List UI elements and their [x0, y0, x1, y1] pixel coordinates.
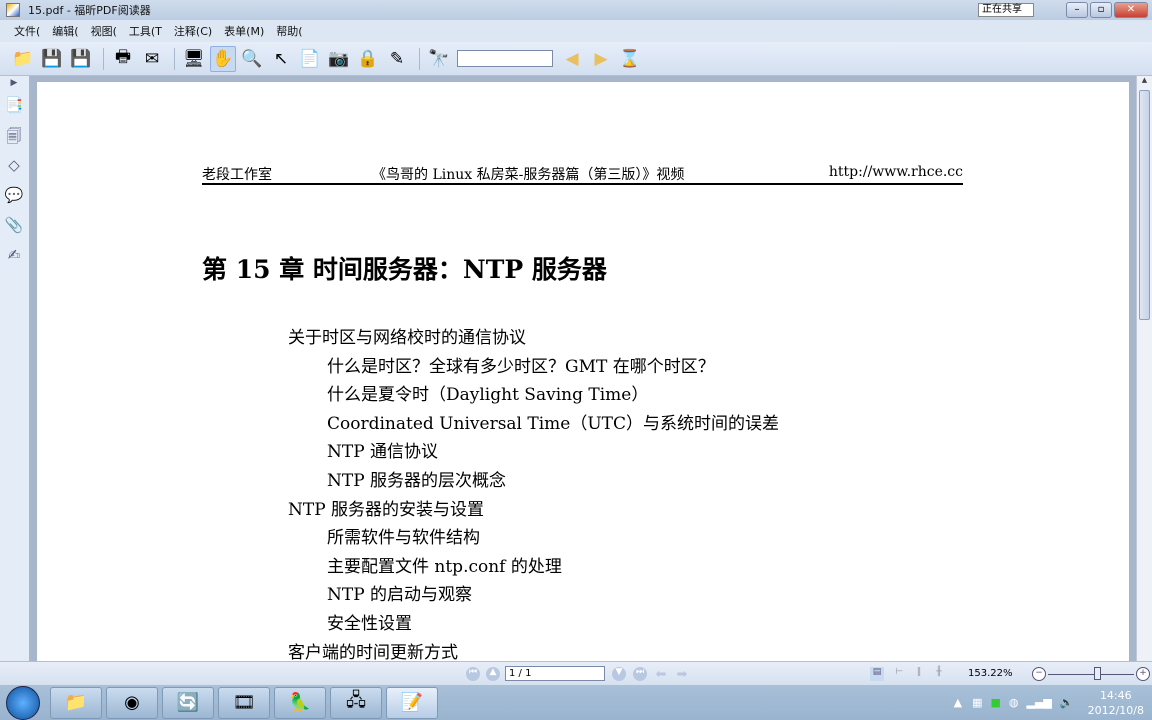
find-next-icon[interactable]: ▶	[588, 46, 614, 72]
taskbar-media-icon[interactable]: 🎞	[218, 686, 270, 719]
tray-green-icon[interactable]: ■	[990, 696, 1000, 709]
pages-icon[interactable]: 🗐	[3, 126, 25, 148]
taskbar-parrot-icon[interactable]: 🦜	[274, 686, 326, 719]
zoom-slider[interactable]	[1048, 674, 1134, 675]
tray-qq-icon[interactable]: ◍	[1009, 696, 1019, 709]
save-as-icon[interactable]: 💾	[68, 46, 94, 72]
toc-section: 关于时区与网络校时的通信协议	[288, 328, 526, 348]
window-title: 15.pdf - 福昕PDF阅读器	[28, 4, 151, 17]
zoom-tool-icon[interactable]: 🔍	[239, 46, 265, 72]
snapshot-icon[interactable]: 📷	[326, 46, 352, 72]
toc-subsection: 主要配置文件 ntp.conf 的处理	[327, 556, 562, 577]
status-bar: ⏮ ▲ 1 / 1 ▼ ⏭ ⬅ ➡ ▤ ⊢ ‖ ╫ 153.22% − +	[0, 661, 1152, 685]
menu-help[interactable]: 帮助(	[276, 23, 302, 39]
next-page-icon[interactable]: ▼	[612, 667, 626, 681]
system-tray: ▲ ▦ ■ ◍ ▂▄▆ 🔈 14:46 2012/10/8	[954, 685, 1144, 720]
network-signal-icon[interactable]: ▂▄▆	[1027, 696, 1052, 709]
text-select-icon[interactable]: 📄	[297, 46, 323, 72]
start-button[interactable]	[6, 685, 40, 720]
toc-subsection: Coordinated Universal Time（UTC）与系统时间的误差	[327, 413, 780, 434]
continuous-icon[interactable]: ⊢	[892, 667, 906, 681]
first-page-icon[interactable]: ⏮	[466, 667, 480, 681]
header-left: 老段工作室	[202, 167, 272, 183]
rms-lock-icon[interactable]: 🔒	[355, 46, 381, 72]
minimize-button[interactable]: –	[1066, 2, 1088, 18]
toc-subsection: 所需软件与软件结构	[327, 528, 480, 549]
facing-icon[interactable]: ‖	[912, 667, 926, 681]
header-rule	[202, 183, 963, 185]
advanced-search-icon[interactable]: ⌛	[617, 46, 643, 72]
app-icon	[6, 3, 20, 17]
sharing-indicator[interactable]: 正在共享	[978, 3, 1034, 17]
taskbar: 📁 ◉ 🔄 🎞 🦜 🖧 📝 ▲ ▦ ■ ◍ ▂▄▆ 🔈 14:46 2012/1…	[0, 685, 1152, 720]
tray-app-icon[interactable]: ▦	[972, 696, 982, 709]
page-number-input[interactable]: 1 / 1	[505, 666, 605, 681]
menu-file[interactable]: 文件(	[14, 23, 40, 39]
bookmarks-icon[interactable]: 📑	[3, 96, 25, 118]
clock-date: 2012/10/8	[1087, 703, 1144, 717]
hand-tool-icon[interactable]: ✋	[210, 45, 236, 72]
find-icon[interactable]: 🔭	[426, 46, 452, 72]
back-icon[interactable]: ⬅	[654, 667, 668, 682]
forward-icon[interactable]: ➡	[675, 667, 689, 682]
volume-icon[interactable]: 🔈	[1060, 696, 1074, 709]
menu-comment[interactable]: 注释(C)	[174, 23, 212, 39]
toc-subsection: 安全性设置	[327, 614, 412, 634]
toc-subsection: NTP 服务器的层次概念	[327, 471, 507, 491]
layers-icon[interactable]: ◇	[3, 156, 25, 178]
header-center: 《鸟哥的 Linux 私房菜-服务器篇（第三版）》视频	[372, 167, 685, 183]
continuous-facing-icon[interactable]: ╫	[932, 667, 946, 681]
sign-icon[interactable]: ✎	[384, 46, 410, 72]
left-sidebar: ▶ 📑 🗐 ◇ 💬 📎 ✍	[0, 76, 30, 661]
pdf-page: 老段工作室 《鸟哥的 Linux 私房菜-服务器篇（第三版）》视频 http:/…	[37, 82, 1129, 682]
restore-button[interactable]: ▫	[1090, 2, 1112, 18]
last-page-icon[interactable]: ⏭	[633, 667, 647, 681]
tray-expand-icon[interactable]: ▲	[954, 696, 962, 709]
header-right: http://www.rhce.cc	[828, 164, 963, 180]
open-icon[interactable]: 📁	[10, 46, 36, 72]
close-button[interactable]: ✕	[1114, 2, 1148, 18]
taskbar-app-icon[interactable]: 🔄	[162, 686, 214, 719]
taskbar-foxit-icon[interactable]: 📝	[386, 686, 438, 719]
search-input[interactable]	[457, 50, 553, 67]
taskbar-network-icon[interactable]: 🖧	[330, 686, 382, 719]
scroll-up-icon[interactable]: ▲	[1137, 76, 1152, 84]
single-page-icon[interactable]: ▤	[870, 667, 884, 681]
menu-form[interactable]: 表单(M)	[224, 23, 264, 39]
toc-subsection: NTP 的启动与观察	[327, 585, 473, 606]
fullscreen-icon[interactable]: 🖥	[181, 46, 207, 72]
scroll-thumb[interactable]	[1139, 90, 1150, 320]
toolbar: 📁 💾 💾 🖶 ✉ 🖥 ✋ 🔍 ↖ 📄 📷 🔒 ✎ 🔭 ◀ ▶ ⌛	[0, 42, 1152, 76]
email-icon[interactable]: ✉	[139, 46, 165, 72]
expand-arrow-icon[interactable]: ▶	[3, 78, 25, 88]
signature-icon[interactable]: ✍	[3, 246, 25, 268]
zoom-slider-handle[interactable]	[1094, 667, 1101, 680]
find-prev-icon[interactable]: ◀	[559, 46, 585, 72]
toc-subsection: 什么是时区？全球有多少时区？GMT 在哪个时区？	[327, 356, 715, 377]
clock-time: 14:46	[1099, 688, 1132, 702]
clock[interactable]: 14:46 2012/10/8	[1088, 688, 1144, 718]
toc-subsection: NTP 通信协议	[327, 442, 439, 463]
zoom-out-icon[interactable]: −	[1032, 667, 1046, 681]
document-viewer: 老段工作室 《鸟哥的 Linux 私房菜-服务器篇（第三版）》视频 http:/…	[30, 76, 1136, 682]
toc-section: 客户端的时间更新方式	[288, 642, 458, 663]
save-icon[interactable]: 💾	[39, 46, 65, 72]
select-arrow-icon[interactable]: ↖	[268, 46, 294, 72]
taskbar-explorer-icon[interactable]: 📁	[50, 686, 102, 719]
menu-edit[interactable]: 编辑(	[52, 23, 78, 39]
attachments-icon[interactable]: 📎	[3, 216, 25, 238]
prev-page-icon[interactable]: ▲	[486, 667, 500, 681]
taskbar-chrome-icon[interactable]: ◉	[106, 686, 158, 719]
menu-tools[interactable]: 工具(T	[129, 23, 162, 39]
toc-subsection: 什么是夏令时（Daylight Saving Time）	[327, 385, 649, 406]
menu-bar: 文件( 编辑( 视图( 工具(T 注释(C) 表单(M) 帮助(	[0, 20, 1152, 42]
zoom-in-icon[interactable]: +	[1136, 667, 1150, 681]
comments-icon[interactable]: 💬	[3, 186, 25, 208]
print-icon[interactable]: 🖶	[110, 46, 136, 72]
toc-section: NTP 服务器的安装与设置	[288, 499, 485, 520]
zoom-level[interactable]: 153.22%	[968, 668, 1013, 679]
menu-view[interactable]: 视图(	[91, 23, 117, 39]
chapter-title: 第 15 章 时间服务器：NTP 服务器	[202, 255, 607, 284]
vertical-scrollbar[interactable]: ▲	[1136, 76, 1152, 661]
